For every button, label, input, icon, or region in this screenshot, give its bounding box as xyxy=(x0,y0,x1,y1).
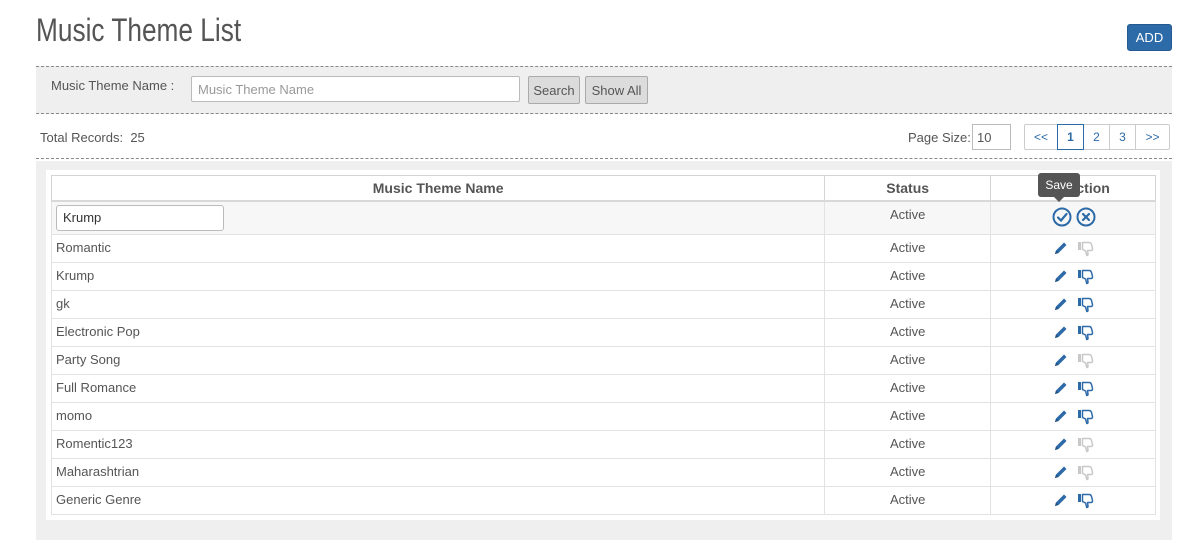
table-row: Electronic Pop Active xyxy=(50,318,1156,347)
row-name: Generic Genre xyxy=(50,486,826,515)
dislike-thumb-icon[interactable] xyxy=(1076,240,1094,258)
row-name: Party Song xyxy=(50,346,826,375)
edit-pencil-icon[interactable] xyxy=(1052,352,1070,370)
grid-container: Music Theme Name Status Action Active xyxy=(46,170,1160,520)
row-status: Active xyxy=(824,234,992,263)
pagination: << 1 2 3 >> xyxy=(1024,124,1170,150)
music-theme-table: Music Theme Name Status Action Active xyxy=(50,175,1156,515)
row-name: Romantic xyxy=(50,234,826,263)
row-status: Active xyxy=(824,402,992,431)
row-status: Active xyxy=(824,430,992,459)
total-records-label: Total Records: xyxy=(40,130,124,145)
row-name: Full Romance xyxy=(50,374,826,403)
row-name: gk xyxy=(50,290,826,319)
edit-name-input[interactable] xyxy=(56,204,224,231)
row-status: Active xyxy=(824,374,992,403)
table-row: momo Active xyxy=(50,402,1156,431)
header-status[interactable]: Status xyxy=(824,175,992,201)
edit-pencil-icon[interactable] xyxy=(1052,492,1070,510)
search-bar: Music Theme Name : Search Show All xyxy=(36,66,1172,114)
show-all-button[interactable]: Show All xyxy=(585,76,648,104)
pager-page-2[interactable]: 2 xyxy=(1083,124,1110,150)
row-name: Krump xyxy=(50,262,826,291)
edit-pencil-icon[interactable] xyxy=(1052,464,1070,482)
row-status: Active xyxy=(824,262,992,291)
table-row: gk Active xyxy=(50,290,1156,319)
edit-pencil-icon[interactable] xyxy=(1052,240,1070,258)
search-label: Music Theme Name : xyxy=(51,78,175,93)
dislike-thumb-icon[interactable] xyxy=(1076,324,1094,342)
row-status: Active xyxy=(824,346,992,375)
save-check-icon[interactable] xyxy=(1052,207,1072,226)
page-size-input[interactable] xyxy=(972,124,1011,150)
page-size-label: Page Size: xyxy=(908,130,971,145)
search-input[interactable] xyxy=(191,76,520,102)
grid-panel: Music Theme Name Status Action Active xyxy=(36,161,1172,540)
header-name[interactable]: Music Theme Name xyxy=(50,175,826,201)
row-name: momo xyxy=(50,402,826,431)
page-title: Music Theme List xyxy=(36,12,242,48)
row-name: Electronic Pop xyxy=(50,318,826,347)
row-status: Active xyxy=(824,458,992,487)
edit-pencil-icon[interactable] xyxy=(1052,324,1070,342)
row-status: Active xyxy=(824,290,992,319)
dislike-thumb-icon[interactable] xyxy=(1076,268,1094,286)
total-records-value: 25 xyxy=(130,130,145,145)
table-row: Generic Genre Active xyxy=(50,486,1156,515)
cancel-x-icon[interactable] xyxy=(1076,207,1096,226)
edit-row: Active xyxy=(50,199,1156,235)
pager-first[interactable]: << xyxy=(1024,124,1058,150)
row-name: Romentic123 xyxy=(50,430,826,459)
dislike-thumb-icon[interactable] xyxy=(1076,296,1094,314)
edit-pencil-icon[interactable] xyxy=(1052,296,1070,314)
table-row: Maharashtrian Active xyxy=(50,458,1156,487)
table-row: Party Song Active xyxy=(50,346,1156,375)
edit-pencil-icon[interactable] xyxy=(1052,436,1070,454)
table-row: Krump Active xyxy=(50,262,1156,291)
save-tooltip: Save xyxy=(1038,173,1080,202)
table-row: Romentic123 Active xyxy=(50,430,1156,459)
table-row: Romantic Active xyxy=(50,234,1156,263)
edit-row-status: Active xyxy=(824,199,992,235)
pager-page-3[interactable]: 3 xyxy=(1109,124,1136,150)
edit-pencil-icon[interactable] xyxy=(1052,408,1070,426)
edit-pencil-icon[interactable] xyxy=(1052,268,1070,286)
dislike-thumb-icon[interactable] xyxy=(1076,492,1094,510)
row-status: Active xyxy=(824,318,992,347)
pager-page-1[interactable]: 1 xyxy=(1057,124,1084,150)
table-row: Full Romance Active xyxy=(50,374,1156,403)
dislike-thumb-icon[interactable] xyxy=(1076,380,1094,398)
total-records: Total Records: 25 xyxy=(40,130,145,145)
dislike-thumb-icon[interactable] xyxy=(1076,436,1094,454)
row-name: Maharashtrian xyxy=(50,458,826,487)
dislike-thumb-icon[interactable] xyxy=(1076,352,1094,370)
row-status: Active xyxy=(824,486,992,515)
add-button[interactable]: ADD xyxy=(1127,24,1172,51)
edit-pencil-icon[interactable] xyxy=(1052,380,1070,398)
divider xyxy=(36,158,1172,159)
search-button[interactable]: Search xyxy=(528,76,580,104)
dislike-thumb-icon[interactable] xyxy=(1076,464,1094,482)
dislike-thumb-icon[interactable] xyxy=(1076,408,1094,426)
pager-last[interactable]: >> xyxy=(1135,124,1170,150)
